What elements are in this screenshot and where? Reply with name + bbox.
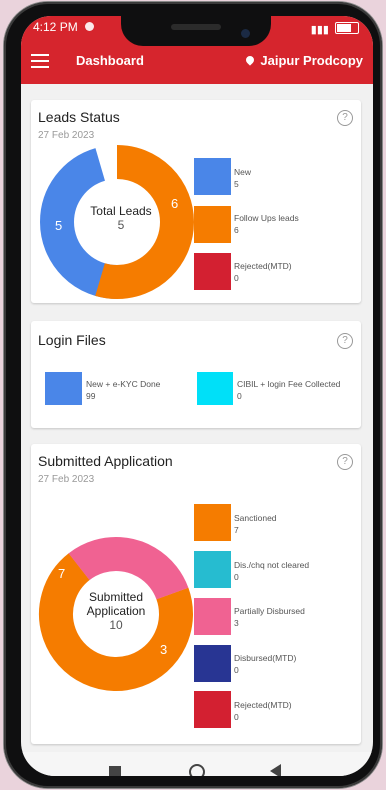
status-indicators: ▮▮▮ 47: [311, 21, 359, 36]
camera-icon: [241, 29, 250, 38]
slice-follow-ups-label: 6: [171, 196, 178, 211]
legend-rejected-submitted: Rejected(MTD) 0: [234, 700, 292, 722]
phone-frame: 4:12 PM ▮▮▮ 47 Dashboard Jaipur Prodcopy…: [4, 2, 382, 788]
back-icon[interactable]: [270, 764, 281, 776]
login-swatch-cibil: [197, 372, 233, 405]
login-files-card: Login Files ? New + e-KYC Done 99 CIBIL +…: [31, 321, 361, 428]
legend-swatch-rejected: [194, 253, 231, 290]
login-swatch-ekyc: [45, 372, 82, 405]
legend-partially: Partially Disbursed 3: [234, 606, 305, 628]
location-selector[interactable]: Jaipur Prodcopy: [244, 53, 363, 68]
location-pin-icon: [244, 54, 257, 66]
location-label: Jaipur Prodcopy: [260, 53, 363, 68]
status-time: 4:12 PM: [33, 20, 78, 34]
leads-donut-center: Total Leads 5: [77, 204, 165, 232]
hamburger-menu-icon[interactable]: [31, 54, 49, 68]
app-screen: 4:12 PM ▮▮▮ 47 Dashboard Jaipur Prodcopy…: [21, 16, 373, 776]
recent-apps-icon[interactable]: [109, 766, 121, 776]
legend-swatch-new: [194, 158, 231, 195]
legend-swatch-sanctioned: [194, 504, 231, 541]
slice-sanctioned-label: 7: [58, 566, 65, 581]
legend-dis-chq: Dis./chq not cleared 0: [234, 560, 310, 582]
legend-swatch-dis-chq: [194, 551, 231, 588]
login-item-ekyc[interactable]: New + e-KYC Done 99: [86, 378, 160, 402]
system-nav-bar: [21, 752, 373, 776]
legend-swatch-partially: [194, 598, 231, 635]
legend-follow-ups: Follow Ups leads 6: [234, 213, 299, 235]
leads-center-label: Total Leads: [90, 204, 152, 218]
legend-rejected: Rejected(MTD) 0: [234, 261, 292, 283]
leads-center-value: 5: [117, 218, 125, 232]
leads-status-title: Leads Status: [38, 109, 120, 125]
login-item-cibil[interactable]: CIBIL + login Fee Collected 0: [237, 378, 340, 402]
leads-status-card: Leads Status 27 Feb 2023 ? 5 6 Total Lea…: [31, 100, 361, 303]
login-files-title: Login Files: [38, 332, 106, 348]
camera-notch: [121, 16, 271, 46]
leads-status-date: 27 Feb 2023: [38, 130, 95, 141]
submitted-title: Submitted Application: [38, 453, 173, 469]
legend-sanctioned: Sanctioned 7: [234, 513, 277, 535]
submitted-donut-center: Submitted Application 10: [86, 590, 146, 632]
page-title: Dashboard: [76, 53, 144, 68]
legend-new: New 5: [234, 167, 252, 189]
home-icon[interactable]: [189, 764, 205, 776]
help-icon[interactable]: ?: [337, 333, 353, 349]
slice-new-label: 5: [55, 218, 62, 233]
help-icon[interactable]: ?: [337, 454, 353, 470]
battery-icon: [335, 22, 359, 34]
notification-icon: [85, 22, 94, 31]
legend-swatch-disbursed: [194, 645, 231, 682]
legend-swatch-follow-ups: [194, 206, 231, 243]
help-icon[interactable]: ?: [337, 110, 353, 126]
legend-disbursed: Disbursed(MTD) 0: [234, 653, 297, 675]
submitted-application-card: Submitted Application 27 Feb 2023 ? 7 3 …: [31, 444, 361, 744]
submitted-date: 27 Feb 2023: [38, 474, 95, 485]
signal-icon: ▮▮▮: [310, 24, 329, 36]
slice-partially-label: 3: [160, 642, 167, 657]
legend-swatch-rejected: [194, 691, 231, 728]
